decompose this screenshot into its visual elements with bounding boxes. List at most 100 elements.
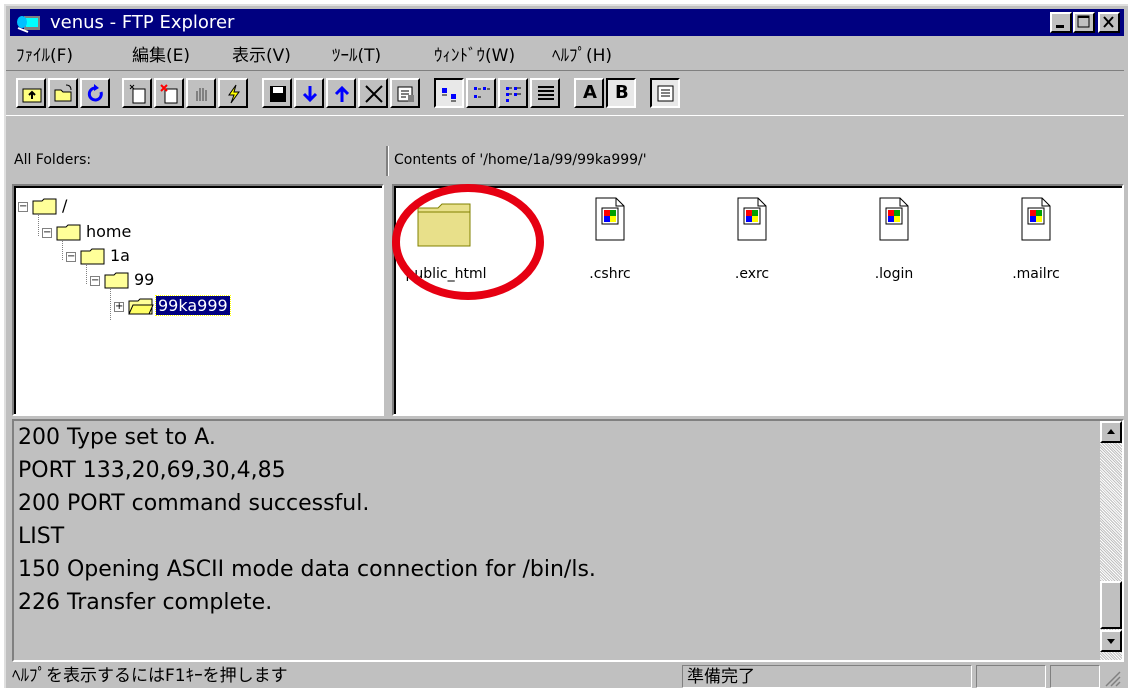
upload-button[interactable] — [326, 78, 356, 108]
ftp-app-icon — [17, 16, 40, 33]
tree-label-selected: 99ka999 — [155, 295, 231, 316]
download-button[interactable] — [294, 78, 324, 108]
maximize-icon — [1077, 15, 1090, 28]
refresh-button[interactable] — [80, 78, 110, 108]
menu-tools[interactable]: ﾂｰﾙ(T) — [332, 41, 381, 66]
collapse-icon[interactable]: − — [66, 252, 76, 262]
scroll-up-button[interactable] — [1100, 421, 1122, 443]
details-button[interactable] — [530, 78, 560, 108]
status-bar: ﾍﾙﾌﾟを表示するにはF1ｷｰを押します 準備完了 — [6, 662, 1124, 690]
delete-folder-button[interactable] — [154, 78, 184, 108]
save-button[interactable] — [262, 78, 292, 108]
all-folders-label: All Folders: — [14, 152, 92, 168]
ascii-mode-label: A — [583, 82, 597, 103]
menu-file[interactable]: ﾌｧｲﾙ(F) — [16, 41, 73, 66]
close-button[interactable] — [1098, 12, 1120, 33]
delete-button[interactable] — [358, 78, 388, 108]
small-icons-button[interactable] — [466, 78, 496, 108]
list-icon — [506, 87, 521, 102]
arrow-up-icon — [1107, 429, 1115, 434]
new-folder-button[interactable] — [122, 78, 152, 108]
file-icon — [1021, 197, 1051, 241]
menu-bar: ﾌｧｲﾙ(F) 編集(E) 表示(V) ﾂｰﾙ(T) ｳｨﾝﾄﾞｳ(W) ﾍﾙﾌ… — [6, 37, 1124, 67]
maximize-button[interactable] — [1073, 12, 1095, 33]
properties-button[interactable] — [390, 78, 420, 108]
minimize-icon — [1056, 25, 1064, 28]
folder-icon — [32, 198, 57, 215]
status-help-text: ﾍﾙﾌﾟを表示するにはF1ｷｰを押します — [12, 666, 288, 686]
properties-icon — [397, 86, 414, 102]
highlight-circle — [392, 184, 544, 300]
log-line: LIST — [18, 524, 65, 549]
menu-view[interactable]: 表示(V) — [232, 41, 291, 66]
status-ready: 準備完了 — [682, 665, 972, 688]
collapse-icon[interactable]: − — [90, 276, 100, 286]
pane-label-divider — [386, 146, 389, 176]
minimize-button[interactable] — [1050, 12, 1072, 33]
stop-button[interactable] — [186, 78, 216, 108]
toolbar-buttons: A B — [6, 70, 1124, 114]
contents-pane[interactable]: public_html .cshrc .exrc .login .mailrc — [392, 184, 1124, 416]
window-title: venus - FTP Explorer — [50, 12, 235, 33]
log-line: PORT 133,20,69,30,4,85 — [18, 458, 286, 483]
log-scrollbar[interactable] — [1100, 421, 1122, 660]
large-icons-icon — [442, 88, 456, 102]
expand-icon[interactable]: + — [114, 302, 124, 312]
up-folder-icon — [22, 88, 42, 103]
file-label: .cshrc — [589, 266, 631, 282]
large-icons-button[interactable] — [434, 78, 464, 108]
log-view-button[interactable] — [650, 78, 680, 108]
file-icon — [879, 197, 909, 241]
ftp-explorer-window: venus - FTP Explorer ﾌｧｲﾙ(F) 編集(E) 表示(V)… — [4, 4, 1128, 688]
delete-x-icon — [365, 85, 383, 103]
file-item-cshrc[interactable]: .cshrc — [550, 196, 670, 282]
size-grip-icon[interactable] — [1102, 668, 1122, 688]
arrow-down-icon — [302, 86, 318, 103]
tree-label: 1a — [110, 246, 130, 265]
new-folder-icon — [129, 84, 146, 104]
status-panel-3 — [976, 665, 1046, 688]
arrow-down-icon — [1107, 639, 1115, 644]
file-label: .login — [874, 266, 914, 282]
scroll-thumb[interactable] — [1100, 581, 1122, 629]
log-line: 150 Opening ASCII mode data connection f… — [18, 557, 596, 582]
file-item-login[interactable]: .login — [834, 196, 954, 282]
small-icons-icon — [474, 87, 490, 98]
scroll-down-button[interactable] — [1100, 630, 1122, 652]
folder-icon — [56, 224, 81, 241]
open-icon — [54, 84, 72, 102]
menu-edit[interactable]: 編集(E) — [132, 41, 190, 66]
log-line: 200 Type set to A. — [18, 425, 216, 450]
arrow-up-icon — [334, 85, 350, 102]
refresh-icon — [87, 84, 103, 102]
folder-icon — [80, 248, 105, 265]
list-button[interactable] — [498, 78, 528, 108]
log-line: 226 Transfer complete. — [18, 590, 273, 615]
tree-label: home — [86, 222, 132, 241]
title-bar[interactable]: venus - FTP Explorer — [10, 9, 1124, 36]
connect-button[interactable] — [218, 78, 248, 108]
collapse-icon[interactable]: − — [42, 228, 52, 238]
menu-help[interactable]: ﾍﾙﾌﾟ(H) — [552, 41, 612, 66]
up-folder-button[interactable] — [16, 78, 46, 108]
tree-label: 99 — [134, 270, 155, 289]
folder-icon — [104, 272, 129, 289]
folder-tree-pane[interactable]: − / − home − 1a − 99 + 99ka999 — [12, 184, 384, 416]
binary-mode-button[interactable]: B — [606, 78, 636, 108]
close-icon — [1103, 16, 1114, 28]
file-item-mailrc[interactable]: .mailrc — [976, 196, 1096, 282]
tree-label: / — [62, 196, 68, 215]
contents-label: Contents of '/home/1a/99/99ka999/' — [394, 152, 647, 168]
file-icon — [595, 197, 625, 241]
menu-window[interactable]: ｳｨﾝﾄﾞｳ(W) — [434, 41, 515, 66]
ascii-mode-button[interactable]: A — [574, 78, 604, 108]
open-folder-icon — [128, 298, 154, 315]
open-button[interactable] — [48, 78, 78, 108]
details-icon — [538, 86, 554, 100]
command-log-pane[interactable]: 200 Type set to A. PORT 133,20,69,30,4,8… — [12, 419, 1124, 662]
stop-hand-icon — [196, 88, 207, 101]
binary-mode-label: B — [615, 82, 629, 103]
file-label: .exrc — [734, 266, 770, 282]
collapse-icon[interactable]: − — [18, 202, 28, 212]
file-item-exrc[interactable]: .exrc — [692, 196, 812, 282]
